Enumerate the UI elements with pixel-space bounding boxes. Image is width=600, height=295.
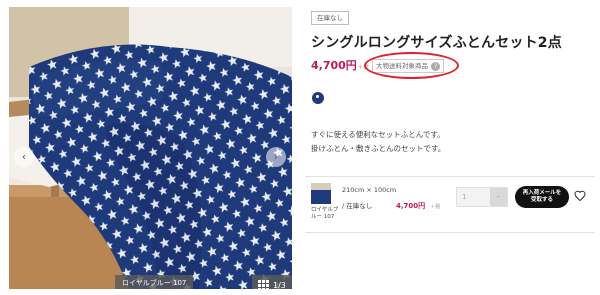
divider bbox=[305, 176, 595, 177]
price-row: 4,700円 ＋税 bbox=[311, 57, 369, 73]
quantity-decrement-button[interactable]: - bbox=[489, 188, 507, 206]
color-swatch[interactable] bbox=[312, 92, 324, 104]
red-circle-annotation bbox=[364, 52, 459, 79]
variant-stock-status: / 在庫なし bbox=[342, 202, 373, 210]
image-color-caption: ロイヤルブルー 107 bbox=[115, 275, 194, 289]
product-photo bbox=[9, 7, 292, 289]
variant-price-row: 4,700円 ＋税 bbox=[396, 193, 440, 212]
variant-thumbnail bbox=[311, 183, 331, 204]
chevron-right-icon: › bbox=[273, 150, 279, 163]
quantity-stepper[interactable]: 1 - bbox=[456, 187, 508, 207]
variant-size: 210cm × 100cm bbox=[342, 186, 397, 194]
product-title: シングルロングサイズふとんセット2点 bbox=[311, 35, 562, 51]
variant-price: 4,700円 bbox=[396, 202, 426, 210]
chevron-left-icon: ‹ bbox=[21, 150, 27, 163]
gallery-thumbnail-toggle[interactable]: 1/3 bbox=[252, 275, 292, 289]
divider bbox=[305, 232, 595, 233]
restock-email-button[interactable]: 再入荷メールを 受取する bbox=[515, 186, 569, 208]
variant-color-name: ロイヤルブルー 107 bbox=[311, 207, 339, 220]
quantity-input[interactable]: 1 bbox=[457, 188, 490, 206]
gallery-next-button[interactable]: › bbox=[266, 147, 286, 167]
variant-tax-note: ＋税 bbox=[430, 204, 441, 210]
description-line: すぐに使える便利なセットふとんです。 bbox=[311, 130, 445, 139]
stock-status-badge: 在庫なし bbox=[311, 11, 349, 25]
restock-button-label-line2: 受取する bbox=[530, 197, 553, 203]
image-counter: 1/3 bbox=[273, 281, 286, 289]
restock-button-label-line1: 再入荷メールを bbox=[522, 190, 562, 196]
gallery-prev-button[interactable]: ‹ bbox=[14, 147, 34, 167]
description-line: 掛けふとん・敷きふとんのセットです。 bbox=[311, 144, 446, 153]
heart-icon[interactable] bbox=[574, 190, 586, 202]
product-image-gallery[interactable]: ‹ › ロイヤルブルー 107 1/3 bbox=[9, 7, 292, 289]
grid-icon bbox=[258, 280, 269, 289]
product-description: すぐに使える便利なセットふとんです。 掛けふとん・敷きふとんのセットです。 bbox=[311, 128, 445, 156]
product-price: 4,700円 bbox=[311, 59, 357, 72]
